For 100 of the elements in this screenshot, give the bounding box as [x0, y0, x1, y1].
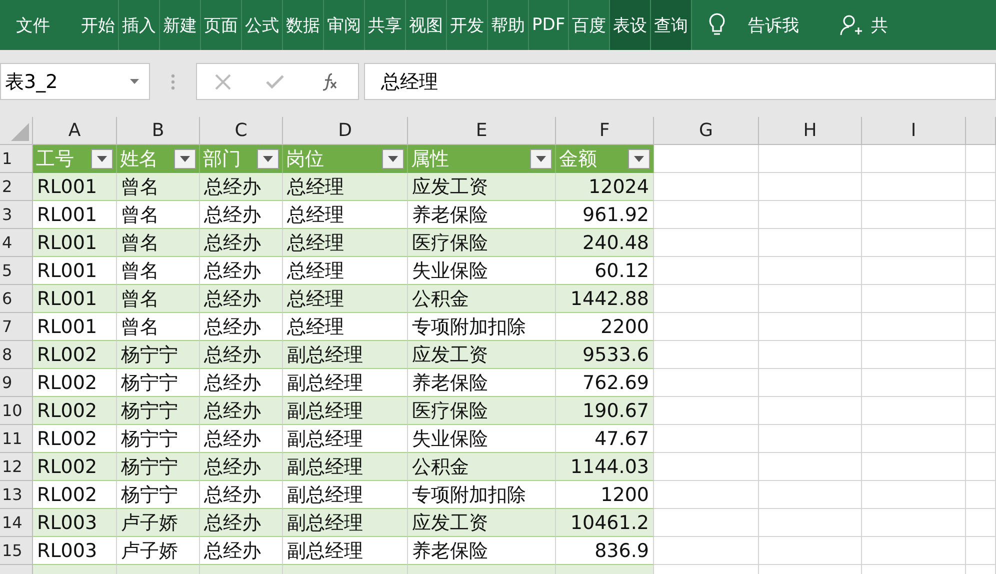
row-header[interactable]: 10	[0, 397, 33, 425]
column-header[interactable]: H	[759, 117, 862, 145]
row-header[interactable]: 15	[0, 537, 33, 565]
filter-button[interactable]	[382, 149, 404, 169]
caret-down-icon	[97, 156, 107, 162]
column-header[interactable]: I	[862, 117, 966, 145]
table-cell: 总经办	[200, 397, 283, 425]
row-header[interactable]: 5	[0, 257, 33, 285]
table-cell: RL001	[33, 229, 117, 257]
grid-cell	[966, 537, 996, 565]
table-cell: 杨宁宁	[117, 481, 200, 509]
table-cell: 养老保险	[408, 537, 556, 565]
table-cell: RL002	[33, 481, 117, 509]
grid-cell	[966, 173, 996, 201]
table-cell: 总经办	[200, 509, 283, 537]
grid-cell	[966, 145, 996, 173]
row-header[interactable]: 6	[0, 285, 33, 313]
row-header[interactable]: 7	[0, 313, 33, 341]
filter-button[interactable]	[91, 149, 113, 169]
table-cell: RL003	[33, 537, 117, 565]
table-cell: 公积金	[408, 285, 556, 313]
table-cell: 曾名	[117, 229, 200, 257]
tell-me-search[interactable]: 告诉我	[748, 14, 800, 36]
row-header[interactable]: 14	[0, 509, 33, 537]
table-cell: 总经理	[283, 201, 408, 229]
table-cell: 836.9	[556, 537, 654, 565]
table-cell: 总经办	[200, 313, 283, 341]
column-header[interactable]: C	[200, 117, 283, 145]
table-cell: 养老保险	[408, 201, 556, 229]
table-cell: 副总经理	[283, 425, 408, 453]
row-header[interactable]: 3	[0, 201, 33, 229]
table-cell: RL001	[33, 285, 117, 313]
table-cell: 卢子娇	[117, 509, 200, 537]
grid-cell	[966, 425, 996, 453]
column-header[interactable]: E	[408, 117, 556, 145]
table-cell: 总经办	[200, 341, 283, 369]
table-cell: 曾名	[117, 201, 200, 229]
row-header[interactable]: 11	[0, 425, 33, 453]
grid-cell	[966, 285, 996, 313]
formula-field[interactable]: 总经理	[364, 63, 996, 100]
checkmark-icon[interactable]	[266, 74, 284, 88]
filter-button[interactable]	[257, 149, 279, 169]
grid-cell	[966, 397, 996, 425]
table-cell: 失业保险	[408, 257, 556, 285]
ribbon-tab[interactable]: 文件	[4, 0, 78, 50]
caret-down-icon	[263, 156, 273, 162]
table-cell: 副总经理	[283, 453, 408, 481]
row-header[interactable]: 1	[0, 145, 33, 173]
column-header[interactable]: G	[654, 117, 759, 145]
table-cell: 卢子娇	[117, 537, 200, 565]
table-cell: 杨宁宁	[117, 453, 200, 481]
table-cell: 专项附加扣除	[408, 313, 556, 341]
filter-button[interactable]	[530, 149, 552, 169]
row-header[interactable]: 9	[0, 369, 33, 397]
table-cell: 杨宁宁	[117, 397, 200, 425]
column-header[interactable]: B	[117, 117, 200, 145]
table-header-cell: 工号	[33, 145, 117, 173]
caret-down-icon	[388, 156, 398, 162]
share-button[interactable]: 共	[871, 14, 888, 36]
row-header[interactable]: 13	[0, 481, 33, 509]
table-header-cell: 岗位	[283, 145, 408, 173]
table-cell: 副总经理	[283, 397, 408, 425]
ribbon-tab[interactable]: 表设	[610, 0, 652, 50]
table-cell: 应发工资	[408, 509, 556, 537]
column-header[interactable]: D	[283, 117, 408, 145]
table-cell: 医疗保险	[408, 397, 556, 425]
ribbon-tab[interactable]: 查询	[651, 0, 692, 50]
column-header[interactable]: A	[33, 117, 117, 145]
name-box[interactable]: 表3_2	[0, 63, 150, 100]
table-cell: 副总经理	[283, 537, 408, 565]
table-cell: 副总经理	[283, 509, 408, 537]
row-header[interactable]: 2	[0, 173, 33, 201]
grid-cell	[966, 509, 996, 537]
table-cell: 总经办	[200, 453, 283, 481]
table-cell: 9533.6	[556, 341, 654, 369]
table-cell: RL001	[33, 201, 117, 229]
table-cell: 762.69	[556, 369, 654, 397]
caret-down-icon	[180, 156, 190, 162]
filter-button[interactable]	[174, 149, 196, 169]
table-cell: RL002	[33, 341, 117, 369]
row-header[interactable]: 8	[0, 341, 33, 369]
corner-triangle-icon	[11, 123, 29, 141]
column-header[interactable]: F	[556, 117, 654, 145]
row-header[interactable]: 4	[0, 229, 33, 257]
grip-dots-icon	[171, 72, 175, 90]
table-cell: 总经理	[283, 285, 408, 313]
lightbulb-icon	[708, 12, 726, 38]
table-cell: 总经理	[283, 173, 408, 201]
table-cell: 总经办	[200, 369, 283, 397]
table-cell: 47.67	[556, 425, 654, 453]
table-cell: 曾名	[117, 257, 200, 285]
table-cell: 总经办	[200, 229, 283, 257]
table-cell: 副总经理	[283, 369, 408, 397]
table-cell: 杨宁宁	[117, 425, 200, 453]
table-cell: 总经办	[200, 481, 283, 509]
row-header[interactable]: 12	[0, 453, 33, 481]
table-cell: 1144.03	[556, 453, 654, 481]
table-cell: RL002	[33, 369, 117, 397]
add-person-icon	[839, 13, 864, 37]
filter-button[interactable]	[628, 149, 650, 169]
